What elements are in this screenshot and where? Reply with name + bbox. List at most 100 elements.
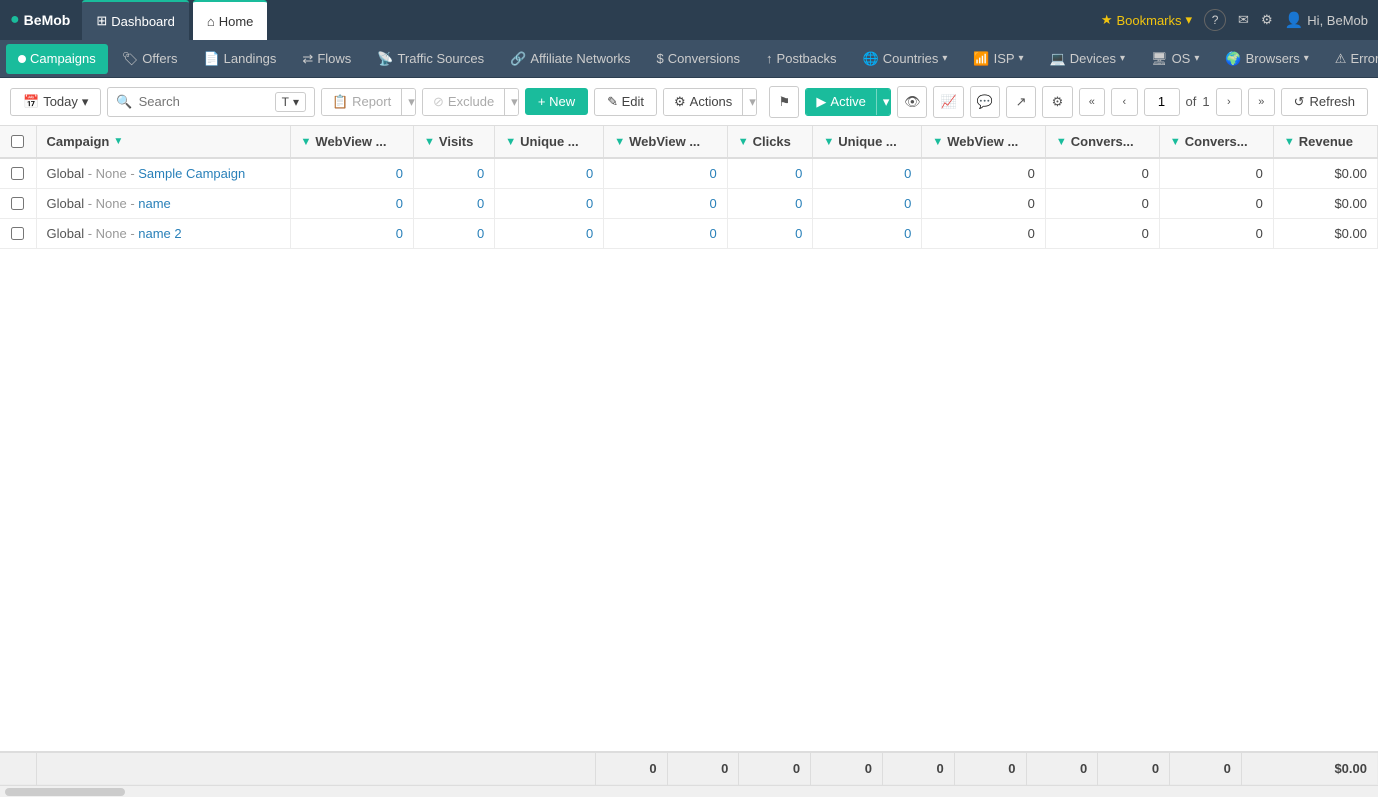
refresh-button[interactable]: ↺ Refresh [1281, 88, 1368, 116]
search-icon: 🔍 [116, 94, 132, 110]
tab-dashboard[interactable]: ⊞ Dashboard [82, 0, 189, 40]
home-icon: ⌂ [207, 14, 215, 29]
row-checkbox[interactable] [11, 227, 24, 240]
convers1-column-header: ▼ Convers... [1045, 126, 1159, 158]
unique2-column-header: ▼ Unique ... [813, 126, 922, 158]
actions-dropdown-button[interactable]: ▾ [742, 89, 757, 115]
clicks-cell: 0 [727, 219, 813, 249]
sidebar-item-isp[interactable]: 📶 ISP ▾ [961, 44, 1035, 74]
affiliate-networks-icon: 🔗 [510, 51, 526, 67]
visits-filter-icon[interactable]: ▼ [424, 136, 435, 148]
tab-home[interactable]: ⌂ Home [193, 0, 268, 40]
settings-columns-button[interactable]: ⚙ [1042, 86, 1072, 118]
footer-visits-cell: 0 [667, 753, 739, 785]
user-menu[interactable]: 👤 Hi, BeMob [1285, 11, 1368, 29]
share-button[interactable]: ↗ [1006, 86, 1036, 118]
chat-button[interactable]: 💬 [970, 86, 1000, 118]
sidebar-item-errors[interactable]: ⚠ Errors [1323, 44, 1378, 74]
footer-clicks-cell: 0 [882, 753, 954, 785]
search-type-chevron-icon: ▾ [293, 95, 299, 109]
last-page-button[interactable]: » [1248, 88, 1275, 116]
chart-button[interactable]: 📈 [933, 86, 963, 118]
sidebar-item-devices[interactable]: 💻 Devices ▾ [1038, 44, 1137, 74]
sidebar-item-flows[interactable]: ⇄ Flows [290, 44, 363, 74]
campaign-name-link[interactable]: name [138, 196, 171, 211]
report-chevron-icon: ▾ [408, 94, 415, 110]
first-page-button[interactable]: « [1079, 88, 1106, 116]
sidebar-item-browsers[interactable]: 🌍 Browsers ▾ [1213, 44, 1320, 74]
active-button[interactable]: ▶ Active [806, 89, 875, 115]
prev-page-button[interactable]: ‹ [1111, 88, 1138, 116]
webview1-cell: 0 [290, 189, 413, 219]
webview2-cell: 0 [604, 158, 727, 189]
revenue-cell: $0.00 [1273, 158, 1377, 189]
exclude-button[interactable]: ⊘ Exclude [423, 89, 504, 115]
help-icon[interactable]: ? [1204, 9, 1226, 31]
bookmarks-menu[interactable]: ★ Bookmarks ▾ [1101, 12, 1192, 28]
edit-button[interactable]: ✎ Edit [594, 88, 657, 116]
search-input[interactable] [139, 94, 269, 109]
campaign-name-link[interactable]: Sample Campaign [138, 166, 245, 181]
campaign-sort-icon[interactable]: ▼ [113, 136, 123, 147]
date-picker-button[interactable]: 📅 Today ▾ [10, 88, 101, 116]
sidebar-item-countries[interactable]: 🌐 Countries ▾ [851, 44, 960, 74]
eye-button[interactable]: 👁 [897, 86, 927, 118]
tab-dashboard-label: Dashboard [111, 14, 175, 29]
sidebar-item-traffic-sources[interactable]: 📡 Traffic Sources [365, 44, 496, 74]
flag-icon: ⚑ [778, 94, 790, 110]
sidebar-item-conversions[interactable]: $ Conversions [645, 44, 753, 74]
page-input[interactable]: 1 [1144, 88, 1180, 116]
sidebar-item-os[interactable]: 🖥 OS ▾ [1139, 44, 1211, 74]
notification-icon[interactable]: ✉ [1238, 12, 1249, 28]
webview3-filter-icon[interactable]: ▼ [932, 136, 943, 148]
clicks-filter-icon[interactable]: ▼ [738, 136, 749, 148]
scrollbar-thumb[interactable] [5, 788, 125, 796]
footer-revenue-cell: $0.00 [1241, 753, 1377, 785]
report-button[interactable]: 📋 Report [322, 89, 401, 115]
campaign-name-link[interactable]: name 2 [138, 226, 181, 241]
brand-name: BeMob [24, 12, 71, 28]
report-button-group: 📋 Report ▾ [321, 88, 416, 116]
report-dropdown-button[interactable]: ▾ [401, 89, 416, 115]
bookmarks-chevron-icon: ▾ [1186, 12, 1193, 28]
select-all-checkbox[interactable] [11, 135, 24, 148]
sidebar-item-landings[interactable]: 📄 Landings [191, 44, 288, 74]
flag-button[interactable]: ⚑ [769, 86, 799, 118]
row-checkbox[interactable] [11, 167, 24, 180]
visits-header-label: Visits [439, 134, 473, 149]
row-checkbox[interactable] [11, 197, 24, 210]
brand-icon: ● [10, 11, 20, 29]
sidebar-item-offers[interactable]: 🏷 Offers [110, 44, 190, 74]
unique1-cell: 0 [495, 189, 604, 219]
convers2-filter-icon[interactable]: ▼ [1170, 136, 1181, 148]
revenue-filter-icon[interactable]: ▼ [1284, 136, 1295, 148]
os-label: OS [1172, 51, 1191, 66]
webview3-header-label: WebView ... [947, 134, 1018, 149]
active-dropdown-button[interactable]: ▾ [876, 89, 891, 115]
sidebar-item-affiliate-networks[interactable]: 🔗 Affiliate Networks [498, 44, 642, 74]
settings-icon[interactable]: ⚙ [1261, 12, 1273, 28]
webview1-filter-icon[interactable]: ▼ [301, 136, 312, 148]
unique1-filter-icon[interactable]: ▼ [505, 136, 516, 148]
actions-button[interactable]: ⚙ Actions [664, 89, 742, 115]
webview2-filter-icon[interactable]: ▼ [614, 136, 625, 148]
active-label: Active [830, 94, 865, 109]
exclude-dropdown-button[interactable]: ▾ [504, 89, 519, 115]
sidebar-item-postbacks[interactable]: ↑ Postbacks [754, 44, 848, 74]
horizontal-scrollbar[interactable] [0, 785, 1378, 797]
search-type-button[interactable]: T ▾ [275, 92, 306, 112]
sidebar-item-campaigns[interactable]: Campaigns [6, 44, 108, 74]
campaigns-table: Campaign ▼ ▼ WebView ... ▼ Visits [0, 126, 1378, 249]
revenue-header-label: Revenue [1299, 134, 1353, 149]
unique1-cell: 0 [495, 158, 604, 189]
unique1-cell: 0 [495, 219, 604, 249]
new-button[interactable]: + New [525, 88, 588, 115]
calendar-icon: 📅 [23, 94, 39, 110]
next-page-button[interactable]: › [1216, 88, 1243, 116]
isp-icon: 📶 [973, 51, 989, 67]
unique2-filter-icon[interactable]: ▼ [823, 136, 834, 148]
browsers-icon: 🌍 [1225, 51, 1241, 67]
footer-convers1-cell: 0 [1098, 753, 1170, 785]
user-label: Hi, BeMob [1307, 13, 1368, 28]
convers1-filter-icon[interactable]: ▼ [1056, 136, 1067, 148]
